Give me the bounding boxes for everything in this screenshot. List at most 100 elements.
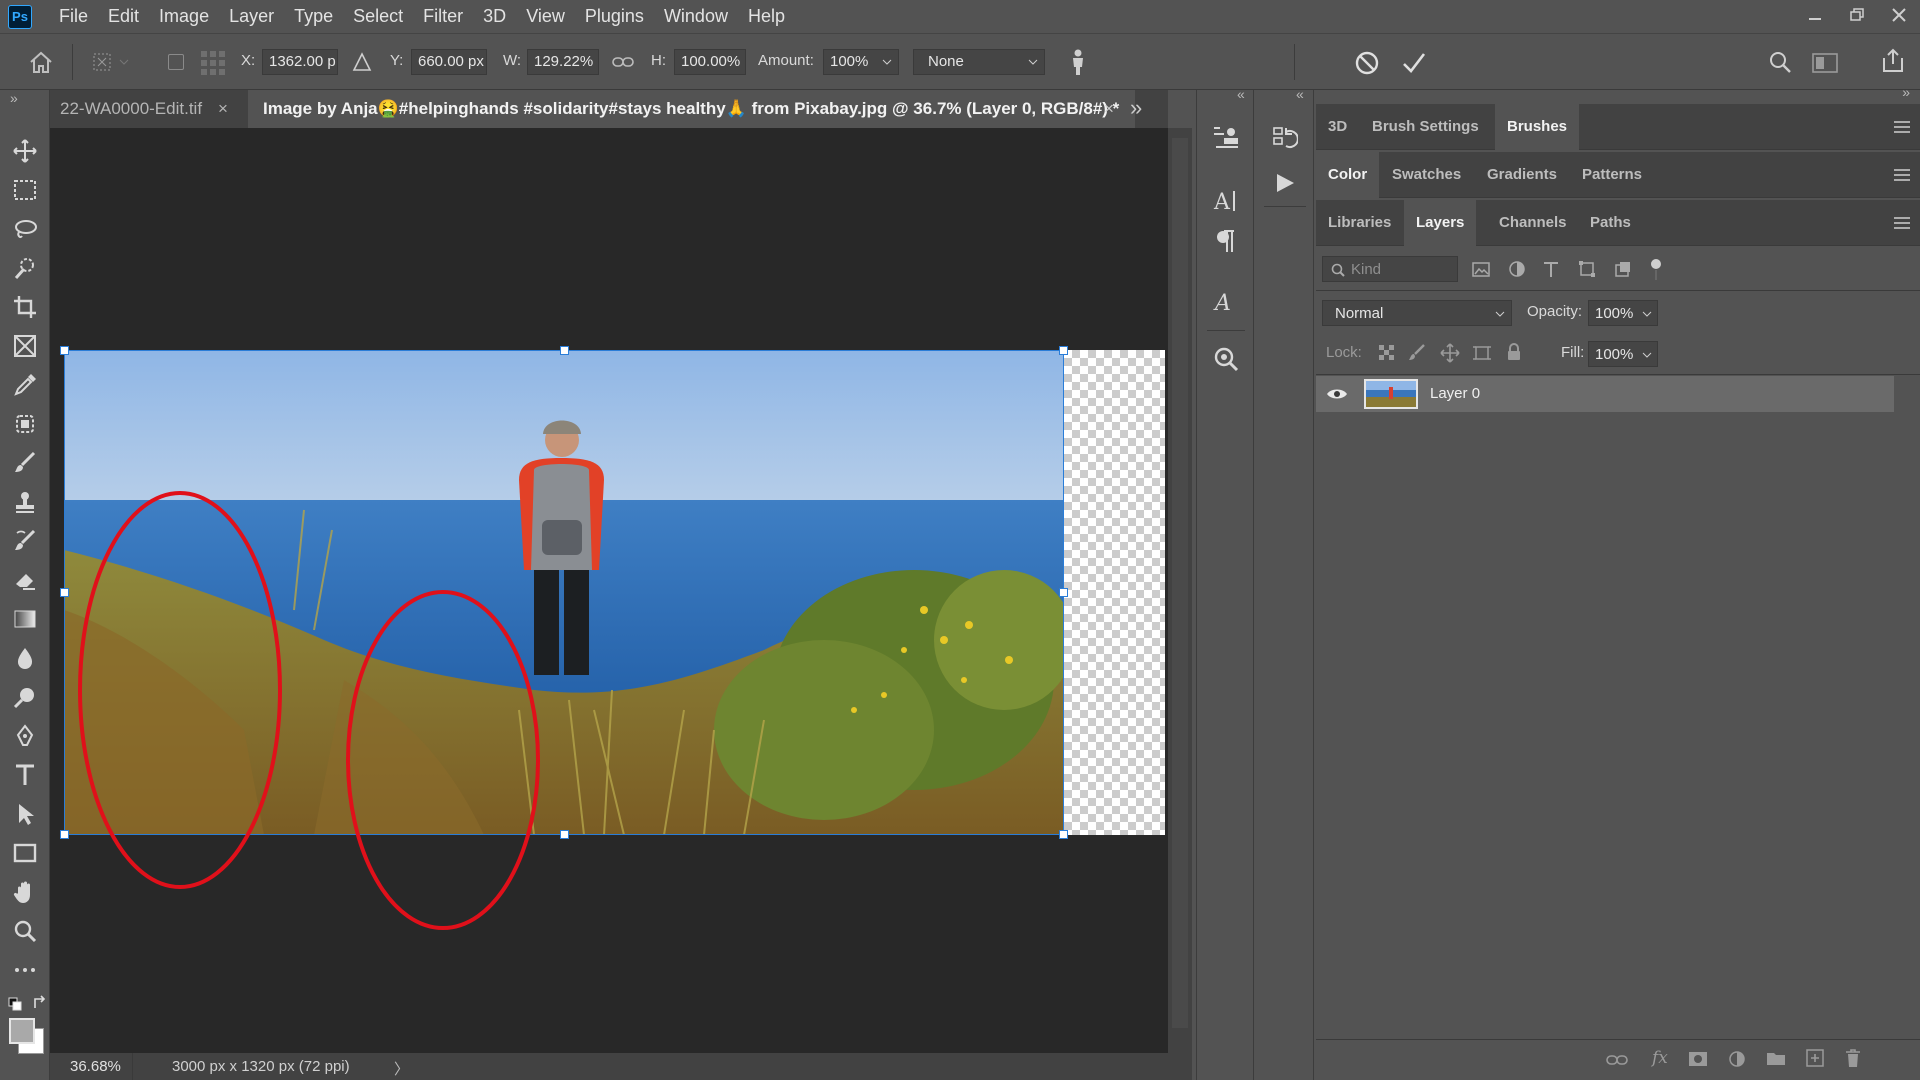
adjustment-layer-filter-icon[interactable] bbox=[1508, 260, 1526, 278]
tab-libraries[interactable]: Libraries bbox=[1316, 200, 1403, 246]
marquee-tool-icon[interactable] bbox=[12, 177, 38, 203]
new-layer-icon[interactable] bbox=[1806, 1049, 1824, 1067]
link-layers-icon[interactable] bbox=[1606, 1052, 1628, 1068]
paragraph-panel-icon[interactable] bbox=[1211, 226, 1241, 256]
workspace-icon[interactable] bbox=[1812, 52, 1838, 74]
glyphs-panel-icon[interactable]: A bbox=[1211, 286, 1241, 316]
zoom-tool-icon[interactable] bbox=[12, 918, 38, 944]
panel-menu-icon[interactable] bbox=[1894, 121, 1910, 133]
transform-handle-top[interactable] bbox=[560, 346, 569, 355]
properties-panel-icon[interactable] bbox=[1211, 122, 1241, 152]
menu-plugins[interactable]: Plugins bbox=[575, 0, 654, 33]
tab-layers[interactable]: Layers bbox=[1404, 200, 1477, 246]
panel-menu-icon[interactable] bbox=[1894, 217, 1910, 229]
tab-edit-tif[interactable]: 22-WA0000-Edit.tif × bbox=[50, 90, 245, 128]
lock-pixels-icon[interactable] bbox=[1408, 344, 1426, 362]
close-tab-icon[interactable]: × bbox=[218, 90, 228, 128]
height-field[interactable]: 100.00% bbox=[674, 49, 746, 75]
menu-window[interactable]: Window bbox=[654, 0, 738, 33]
scroll-track[interactable] bbox=[1172, 138, 1188, 1028]
commit-transform-icon[interactable] bbox=[1401, 50, 1427, 76]
pixel-layer-filter-icon[interactable] bbox=[1472, 260, 1490, 278]
menu-edit[interactable]: Edit bbox=[98, 0, 149, 33]
menu-help[interactable]: Help bbox=[738, 0, 795, 33]
filter-toggle-icon[interactable] bbox=[1650, 256, 1662, 282]
quick-selection-tool-icon[interactable] bbox=[12, 255, 38, 281]
close-tab-icon[interactable]: × bbox=[1104, 90, 1114, 128]
transform-handle-top-left[interactable] bbox=[60, 346, 69, 355]
fill-field[interactable]: 100% bbox=[1588, 341, 1658, 367]
shape-layer-filter-icon[interactable] bbox=[1578, 260, 1596, 278]
lasso-tool-icon[interactable] bbox=[12, 216, 38, 242]
pen-tool-icon[interactable] bbox=[12, 723, 38, 749]
transform-handle-right[interactable] bbox=[1059, 588, 1068, 597]
transform-preset-icon[interactable] bbox=[90, 50, 130, 74]
tab-paths[interactable]: Paths bbox=[1578, 200, 1643, 246]
more-tools-icon[interactable] bbox=[12, 957, 38, 983]
link-icon[interactable] bbox=[612, 54, 634, 70]
reference-point-checkbox[interactable] bbox=[168, 54, 184, 70]
gradient-tool-icon[interactable] bbox=[12, 606, 38, 632]
delete-layer-icon[interactable] bbox=[1844, 1048, 1862, 1068]
eraser-tool-icon[interactable] bbox=[12, 567, 38, 593]
home-icon[interactable] bbox=[28, 50, 54, 74]
tab-3d[interactable]: 3D bbox=[1316, 104, 1359, 150]
x-field[interactable]: 1362.00 p bbox=[262, 49, 338, 75]
tabs-overflow-icon[interactable]: » bbox=[1130, 90, 1142, 128]
foreground-color-swatch[interactable] bbox=[9, 1018, 35, 1044]
lock-artboard-icon[interactable] bbox=[1472, 344, 1492, 362]
blend-mode-select[interactable]: Normal bbox=[1322, 300, 1512, 326]
relative-position-icon[interactable] bbox=[352, 52, 372, 72]
status-menu-arrow[interactable]: 〉 bbox=[394, 1058, 409, 1079]
opacity-field[interactable]: 100% bbox=[1588, 300, 1658, 326]
brush-tool-icon[interactable] bbox=[12, 450, 38, 476]
warp-mode-icon[interactable] bbox=[1068, 48, 1088, 76]
expand-panels-icon[interactable]: » bbox=[1902, 84, 1910, 100]
hand-tool-icon[interactable] bbox=[12, 879, 38, 905]
type-tool-icon[interactable] bbox=[12, 762, 38, 788]
tab-gradients[interactable]: Gradients bbox=[1475, 152, 1569, 198]
vertical-scrollbar[interactable] bbox=[1168, 128, 1192, 1053]
menu-filter[interactable]: Filter bbox=[413, 0, 473, 33]
path-selection-tool-icon[interactable] bbox=[12, 801, 38, 827]
layer-row[interactable]: Layer 0 bbox=[1316, 376, 1894, 412]
add-mask-icon[interactable] bbox=[1688, 1051, 1708, 1067]
layer-kind-filter[interactable]: Kind bbox=[1322, 256, 1458, 282]
width-field[interactable]: 129.22% bbox=[527, 49, 599, 75]
transform-handle-left[interactable] bbox=[60, 588, 69, 597]
interpolation-select[interactable]: None bbox=[913, 49, 1045, 75]
menu-3d[interactable]: 3D bbox=[473, 0, 516, 33]
menu-view[interactable]: View bbox=[516, 0, 575, 33]
collapse-icon[interactable]: « bbox=[1296, 86, 1304, 102]
actions-play-icon[interactable] bbox=[1270, 168, 1300, 198]
panel-menu-icon[interactable] bbox=[1894, 169, 1910, 181]
move-tool-icon[interactable] bbox=[12, 138, 38, 164]
visibility-eye-icon[interactable] bbox=[1326, 387, 1348, 401]
spot-healing-tool-icon[interactable] bbox=[12, 411, 38, 437]
lock-position-icon[interactable] bbox=[1440, 343, 1460, 363]
amount-field[interactable]: 100% bbox=[823, 49, 899, 75]
menu-type[interactable]: Type bbox=[284, 0, 343, 33]
tab-brush-settings[interactable]: Brush Settings bbox=[1360, 104, 1491, 150]
transform-handle-bottom-left[interactable] bbox=[60, 830, 69, 839]
tab-channels[interactable]: Channels bbox=[1487, 200, 1579, 246]
menu-layer[interactable]: Layer bbox=[219, 0, 284, 33]
photoshop-logo[interactable]: Ps bbox=[8, 4, 32, 29]
tab-brushes[interactable]: Brushes bbox=[1495, 104, 1580, 150]
share-icon[interactable] bbox=[1880, 48, 1906, 74]
new-adjustment-layer-icon[interactable] bbox=[1728, 1050, 1746, 1068]
smart-object-filter-icon[interactable] bbox=[1614, 260, 1632, 278]
type-layer-filter-icon[interactable] bbox=[1542, 260, 1560, 278]
adjustments-search-icon[interactable] bbox=[1211, 344, 1241, 374]
transform-handle-top-right[interactable] bbox=[1059, 346, 1068, 355]
zoom-level[interactable]: 36.68% bbox=[70, 1058, 121, 1075]
menu-image[interactable]: Image bbox=[149, 0, 219, 33]
default-colors-icon[interactable] bbox=[8, 997, 22, 1011]
swap-colors-icon[interactable] bbox=[32, 995, 48, 1011]
collapse-toolbar-icon[interactable]: » bbox=[10, 90, 18, 106]
minimize-button[interactable] bbox=[1794, 0, 1836, 30]
transform-handle-bottom[interactable] bbox=[560, 830, 569, 839]
tab-pixabay-image[interactable]: Image by Anja🤮#helpinghands #solidarity#… bbox=[248, 90, 1135, 128]
menu-select[interactable]: Select bbox=[343, 0, 413, 33]
new-group-icon[interactable] bbox=[1766, 1050, 1786, 1066]
